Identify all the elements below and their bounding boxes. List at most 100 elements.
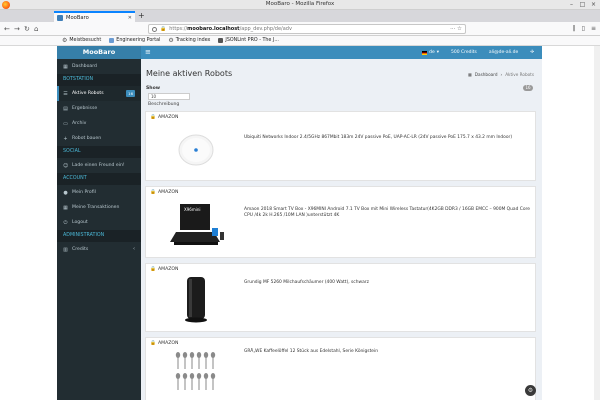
app-container: MooBaro ≡ de ▾ 500 Credits ali@de-ali.de … xyxy=(57,46,542,400)
bookmark-jsonlint[interactable]: JSONLint PRO - The J... xyxy=(218,38,279,43)
robot-card[interactable]: 🔒 AMAZON Ubiquiti Networks Indoor 2.4/5GH… xyxy=(145,111,536,181)
page-actions-icon[interactable]: ··· ☆ xyxy=(450,26,462,32)
dashboard-icon: ▦ xyxy=(63,63,68,70)
toolbar-right: ‖ ▯ ≡ xyxy=(573,25,596,32)
sidebar-item-active-robots[interactable]: ☰ Aktive Robots 16 xyxy=(57,86,141,101)
window-controls: – □ × xyxy=(568,1,597,8)
tab-close-icon[interactable]: ✕ xyxy=(128,15,132,21)
robot-count-badge: 16 xyxy=(523,85,533,91)
page-title: Meine aktiven Robots xyxy=(146,69,233,78)
lock-icon: 🔒 xyxy=(160,26,167,32)
breadcrumb-home[interactable]: Dashboard xyxy=(475,72,498,77)
robot-title[interactable]: GRÄ„WE Kaffeelöffel 12 Stück aus Edelsta… xyxy=(244,349,530,355)
show-label: Show xyxy=(146,86,160,91)
active-robots-badge: 16 xyxy=(126,90,135,97)
credits-display[interactable]: 500 Credits xyxy=(451,50,477,55)
home-icon[interactable]: ⌂ xyxy=(34,25,38,33)
sidebar-item-invite-friend[interactable]: ☺ Lade einen Freund ein! xyxy=(57,158,141,173)
page-size-select[interactable]: 10 xyxy=(148,93,190,100)
browser-tab[interactable]: MooBaro ✕ xyxy=(54,11,135,22)
robot-title[interactable]: Grundig MF 5260 Milchaufschäumer (400 Wa… xyxy=(244,280,530,286)
maximize-icon[interactable]: □ xyxy=(579,1,586,8)
url-bar[interactable]: 🔒 https://moobaro.localhost/app_dev.php/… xyxy=(148,24,466,34)
lock-icon: 🔒 xyxy=(150,115,156,120)
window-titlebar: MooBaro - Mozilla Firefox – □ × xyxy=(0,0,600,10)
minimize-icon[interactable]: – xyxy=(568,1,575,8)
box-brand-text: X96mini xyxy=(184,207,200,212)
archive-icon: ▭ xyxy=(63,120,68,127)
site-info-icon[interactable] xyxy=(152,26,157,32)
bookmark-icon xyxy=(218,38,224,43)
sidebar-item-build-robot[interactable]: + Robot bauen xyxy=(57,131,141,146)
lock-icon: 🔒 xyxy=(150,341,156,346)
back-icon[interactable]: ← xyxy=(4,25,10,33)
robot-card[interactable]: 🔒 AMAZON GRÄ„WE Kaffeelöffel 12 Stück au… xyxy=(145,337,536,400)
transactions-icon: ▦ xyxy=(63,204,68,211)
product-image-tv-box[interactable]: X96mini xyxy=(154,198,238,254)
bookmark-most-visited[interactable]: ⚙ Meistbesucht xyxy=(62,37,101,44)
plus-icon: + xyxy=(63,135,68,142)
reload-icon[interactable]: ↻ xyxy=(24,25,30,33)
bookmark-icon xyxy=(109,38,115,43)
sidebar-toggle-button[interactable]: ≡ xyxy=(145,48,151,56)
robot-card-header: 🔒 AMAZON xyxy=(146,338,535,349)
window-title: MooBaro - Mozilla Firefox xyxy=(265,1,335,7)
robot-title[interactable]: Ubiquiti Networks Indoor 2.4/5GHz 867Mbi… xyxy=(244,135,530,141)
page-scrollbar[interactable] xyxy=(594,46,600,400)
results-icon: ▤ xyxy=(63,105,68,112)
product-image-milk-frother[interactable] xyxy=(154,275,238,327)
menu-icon[interactable]: ≡ xyxy=(591,25,596,32)
sidebar-item-archive[interactable]: ▭ Archiv xyxy=(57,116,141,131)
tab-label: MooBaro xyxy=(66,14,89,21)
list-icon: ☰ xyxy=(63,90,68,97)
robot-source: AMAZON xyxy=(157,267,179,272)
sidebar-section-administration: ADMINISTRATION xyxy=(57,230,141,242)
scroll-top-button[interactable]: ⚙ xyxy=(525,385,536,396)
sidebar-item-results[interactable]: ▤ Ergebnisse xyxy=(57,101,141,116)
sidebar-item-dashboard[interactable]: ▦ Dashboard xyxy=(57,59,141,74)
product-image-spoons[interactable] xyxy=(154,349,238,399)
dashboard-icon: ▦ xyxy=(467,72,472,77)
sidebar-section-botstation: BOTSTATION xyxy=(57,74,141,86)
app-header: MooBaro ≡ de ▾ 500 Credits ali@de-ali.de … xyxy=(57,46,542,59)
app-logo[interactable]: MooBaro xyxy=(57,46,141,59)
favicon-icon xyxy=(57,14,63,21)
sidebar-toggle-icon[interactable]: ▯ xyxy=(582,25,585,32)
robot-title[interactable]: Amaon 2018 Smart TV Box - X96MINI Androi… xyxy=(244,207,530,219)
close-icon[interactable]: × xyxy=(590,1,597,8)
logout-icon: ⏻ xyxy=(63,219,68,226)
sidebar-item-logout[interactable]: ⏻ Logout xyxy=(57,215,141,230)
product-image-access-point[interactable] xyxy=(154,123,238,175)
robot-card-header: 🔒 AMAZON xyxy=(146,187,535,198)
sidebar-item-profile[interactable]: ● Mein Profil xyxy=(57,185,141,200)
robot-list: 🔒 AMAZON Ubiquiti Networks Indoor 2.4/5GH… xyxy=(145,111,536,400)
robot-card-header: 🔒 AMAZON xyxy=(146,264,535,275)
bookmark-tracking-index[interactable]: ⚙ Tracking index xyxy=(168,37,210,44)
sidebar-section-account: ACCOUNT xyxy=(57,173,141,185)
sidebar-item-transactions[interactable]: ▦ Meine Transaktionen xyxy=(57,200,141,215)
lock-icon: 🔒 xyxy=(150,267,156,272)
description-column-header[interactable]: Beschreibung xyxy=(148,102,179,107)
breadcrumb: ▦ Dashboard › Aktive Robots xyxy=(467,72,534,77)
robot-card-header: 🔒 AMAZON xyxy=(146,112,535,123)
robot-card[interactable]: 🔒 AMAZON Grundig MF 5260 Milchaufschäumer… xyxy=(145,263,536,332)
chevron-left-icon: ‹ xyxy=(133,246,135,252)
bookmark-engineering-portal[interactable]: Engineering Portal xyxy=(109,38,160,43)
user-email[interactable]: ali@de-ali.de xyxy=(489,50,518,55)
url-text: https://moobaro.localhost/app_dev.php/de… xyxy=(169,26,292,32)
library-icon[interactable]: ‖ xyxy=(573,25,576,32)
gear-icon: ⚙ xyxy=(168,37,174,44)
sidebar-item-credits[interactable]: ▥ Credits ‹ xyxy=(57,242,141,257)
flag-icon xyxy=(422,50,428,55)
bookmarks-bar: ⚙ Meistbesucht Engineering Portal ⚙ Tracki… xyxy=(0,36,600,46)
new-tab-button[interactable]: + xyxy=(138,12,145,20)
robot-source: AMAZON xyxy=(157,190,179,195)
settings-icon[interactable]: ✣ xyxy=(530,50,534,55)
forward-icon[interactable]: → xyxy=(14,25,20,33)
lock-icon: 🔒 xyxy=(150,190,156,195)
robot-card[interactable]: 🔒 AMAZON X96mini Amaon 2018 Smart TV Box … xyxy=(145,186,536,258)
tab-bar: MooBaro ✕ + xyxy=(0,10,600,22)
user-plus-icon: ☺ xyxy=(63,162,69,169)
gear-icon: ⚙ xyxy=(62,37,68,44)
language-selector[interactable]: de ▾ xyxy=(422,50,439,55)
